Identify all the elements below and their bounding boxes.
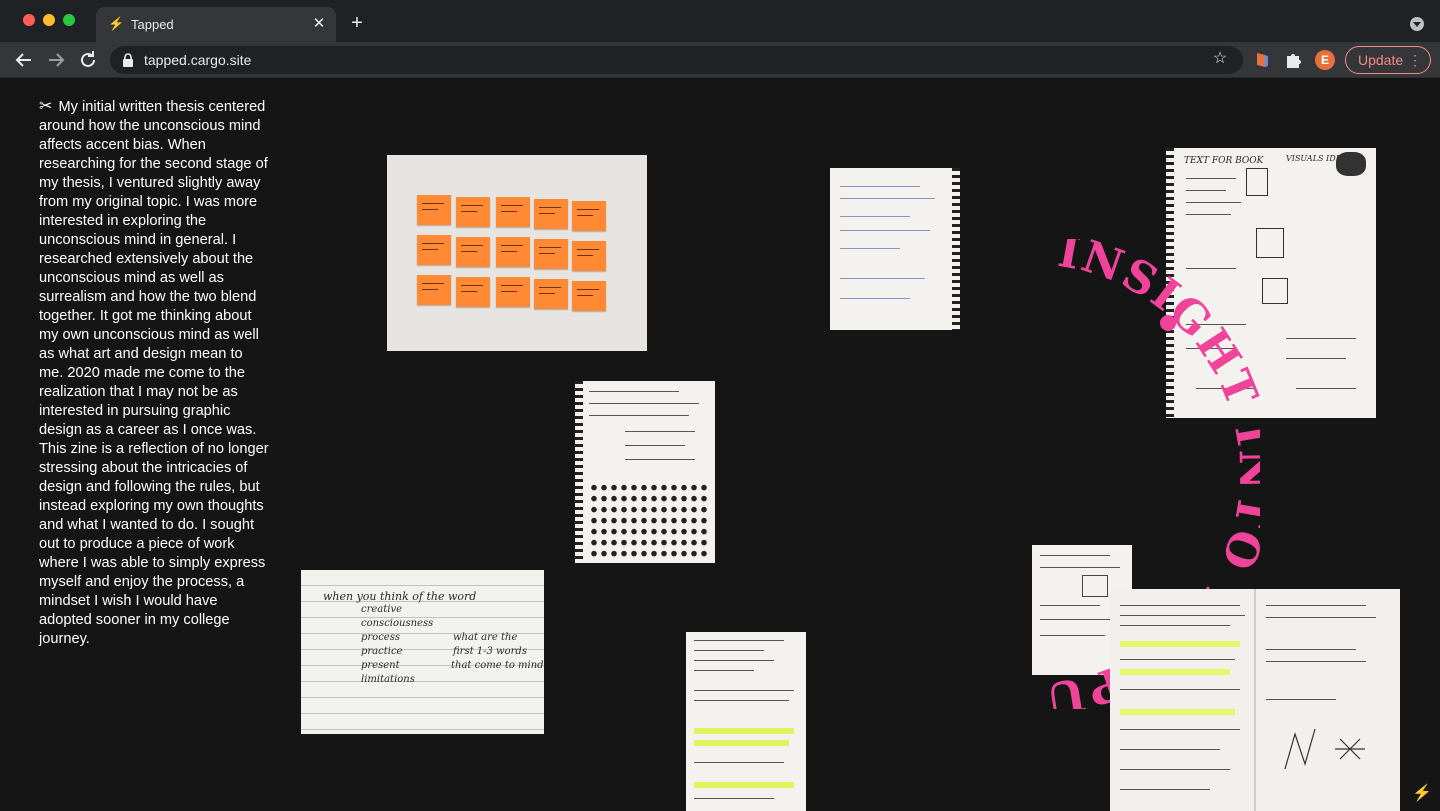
- scissors-icon: ✂: [39, 98, 53, 115]
- url-text: tapped.cargo.site: [144, 52, 252, 68]
- lined-notebook-photo[interactable]: when you think of the word creative cons…: [301, 570, 544, 734]
- accent-dot: [1160, 315, 1176, 331]
- sticky-note: [456, 197, 490, 227]
- arrow-right-icon: [49, 53, 65, 67]
- highlighted-notes-photo[interactable]: [686, 632, 806, 811]
- back-button[interactable]: [12, 48, 36, 72]
- new-tab-button[interactable]: +: [346, 12, 368, 34]
- puzzle-icon[interactable]: [1284, 51, 1302, 69]
- profile-avatar[interactable]: E: [1315, 50, 1335, 70]
- sticky-note: [496, 277, 530, 307]
- update-button[interactable]: Update ⋮: [1345, 46, 1431, 74]
- tab-bar: ⚡ Tapped ✕ +: [0, 0, 1440, 42]
- sticky-note: [456, 277, 490, 307]
- lock-icon: [123, 53, 133, 67]
- update-label: Update: [1358, 52, 1404, 68]
- sketch-drawing: [1284, 728, 1365, 770]
- sticky-note: [572, 241, 606, 271]
- tab-search-icon[interactable]: [1410, 17, 1424, 31]
- page-content: ✂ My initial written thesis centered aro…: [0, 79, 1440, 811]
- sticky-note: [417, 235, 451, 265]
- notebook-heading: when you think of the word: [323, 590, 477, 603]
- sticky-note: [534, 279, 568, 309]
- close-icon[interactable]: ✕: [310, 15, 328, 33]
- sticky-note: [572, 201, 606, 231]
- extension-icon[interactable]: [1254, 51, 1270, 69]
- sticky-note: [496, 197, 530, 227]
- tab-tapped[interactable]: ⚡ Tapped ✕: [96, 7, 336, 42]
- lightning-icon: ⚡: [108, 16, 125, 31]
- open-book-photo[interactable]: [1110, 589, 1400, 811]
- bookmark-star-icon[interactable]: ☆: [1211, 50, 1229, 68]
- close-window-button[interactable]: [23, 14, 35, 26]
- browser-toolbar: tapped.cargo.site ☆ E Update ⋮: [0, 42, 1440, 78]
- menu-dots-icon[interactable]: ⋮: [1408, 47, 1422, 73]
- sticky-note: [417, 195, 451, 225]
- reload-icon: [81, 51, 95, 67]
- tab-title: Tapped: [131, 17, 174, 32]
- thesis-text: My initial written thesis centered aroun…: [39, 99, 269, 647]
- minimize-window-button[interactable]: [43, 14, 55, 26]
- sticky-note: [496, 237, 530, 267]
- pattern-notebook-photo[interactable]: [575, 381, 715, 563]
- sticky-note: [417, 275, 451, 305]
- sticky-note: [534, 239, 568, 269]
- drops-pattern: [589, 481, 709, 557]
- lightning-icon[interactable]: ⚡: [1412, 783, 1432, 802]
- arrow-left-icon: [15, 53, 31, 67]
- forward-button[interactable]: [44, 48, 68, 72]
- thesis-paragraph: ✂ My initial written thesis centered aro…: [39, 97, 269, 649]
- sticky-notes-photo[interactable]: [387, 155, 647, 351]
- address-bar[interactable]: tapped.cargo.site ☆: [110, 46, 1243, 74]
- sketch-heading: TEXT FOR BOOK: [1184, 156, 1264, 166]
- sticky-note: [456, 237, 490, 267]
- sticky-note: [572, 281, 606, 311]
- reload-button[interactable]: [76, 48, 100, 72]
- maximize-window-button[interactable]: [63, 14, 75, 26]
- sticky-note: [534, 199, 568, 229]
